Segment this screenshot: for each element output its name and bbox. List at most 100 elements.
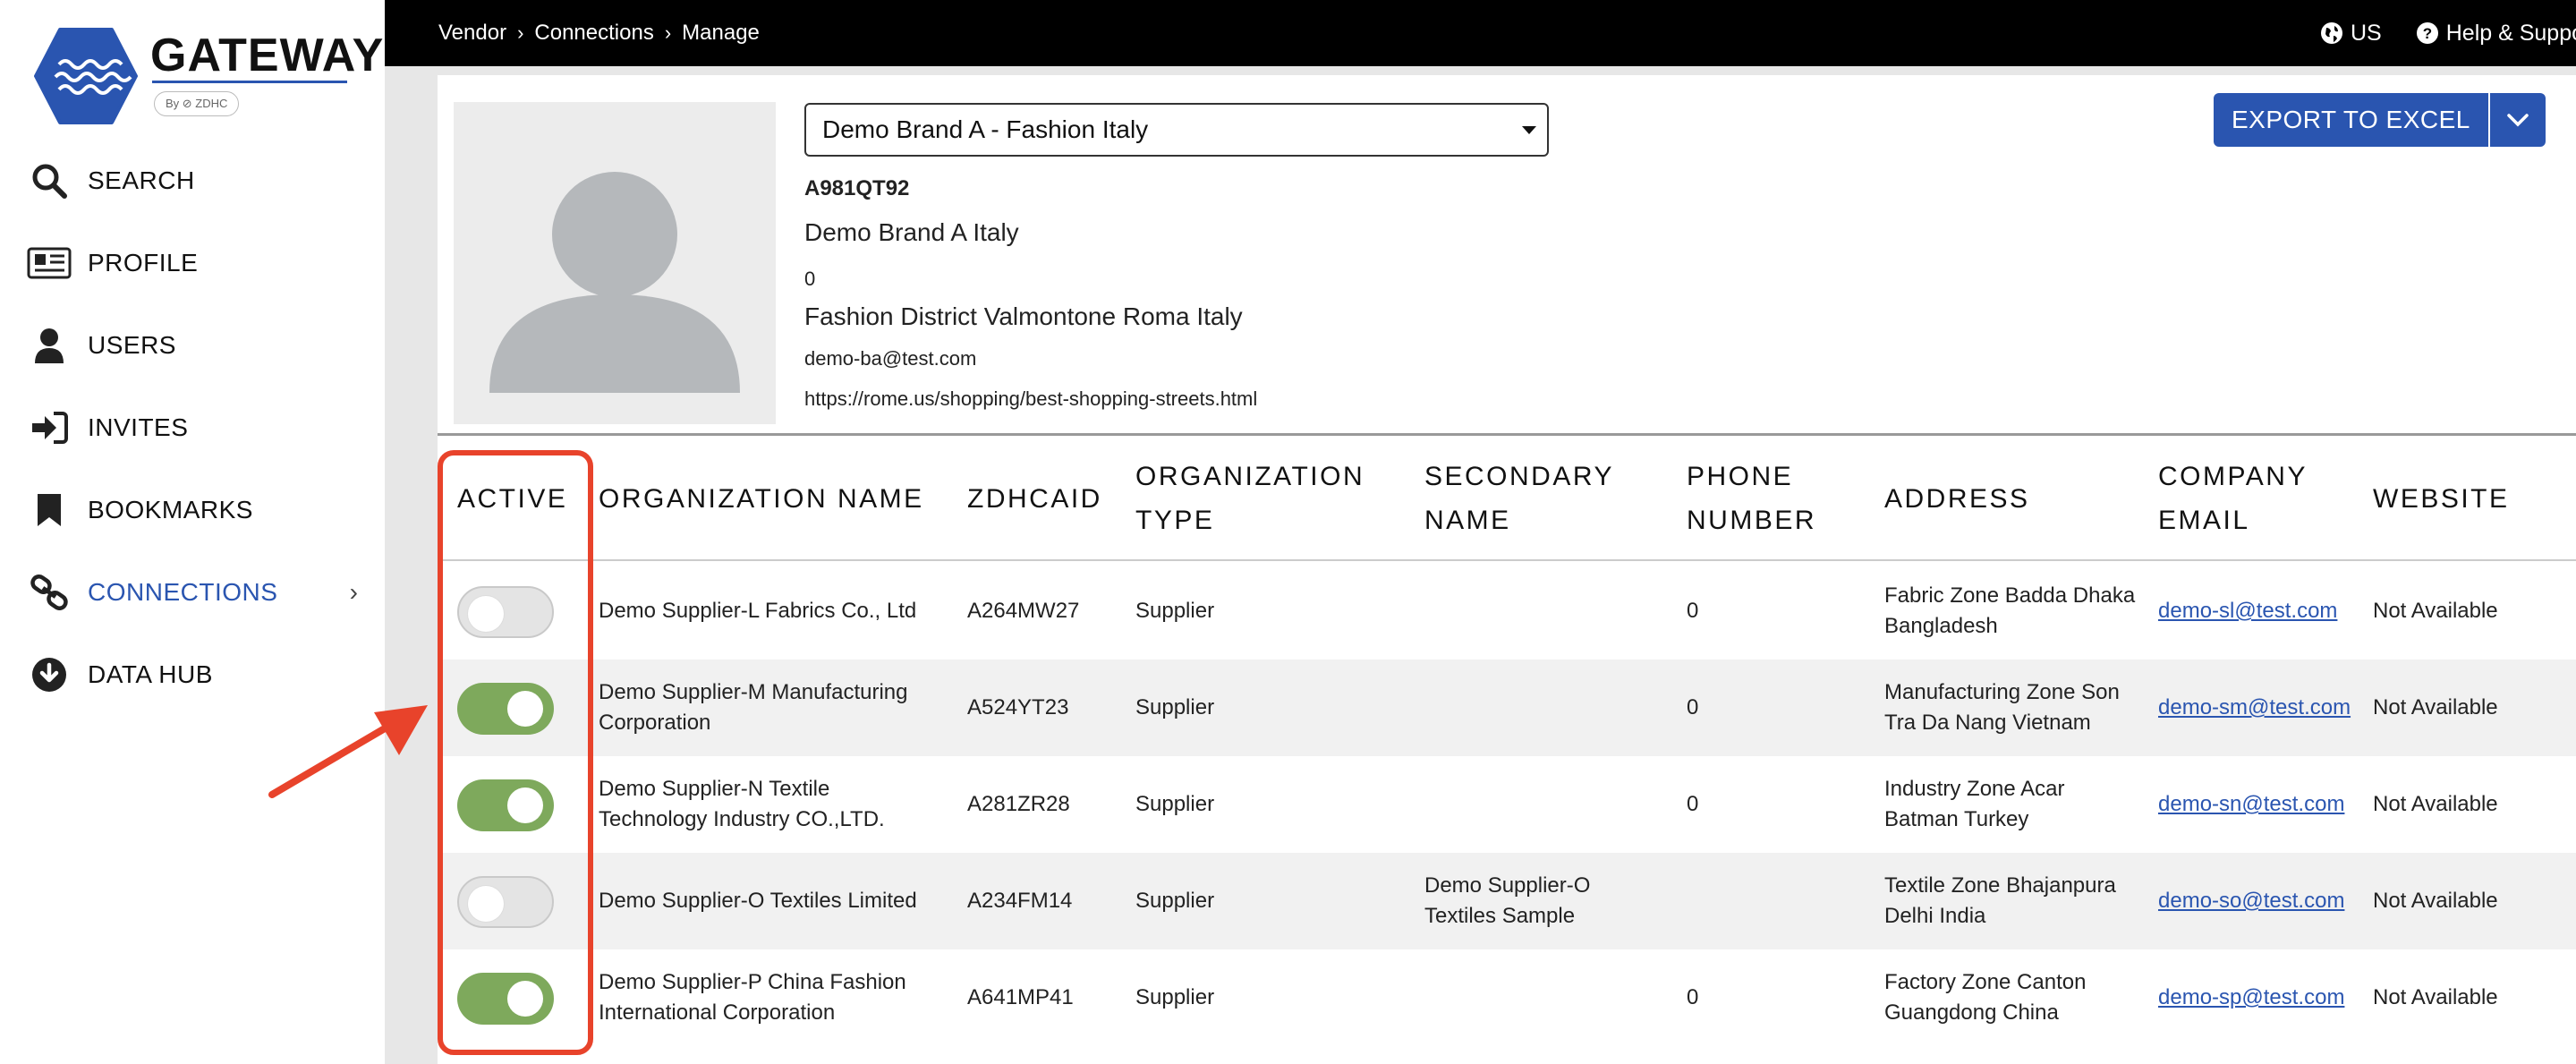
cell-type: Supplier — [1135, 756, 1404, 853]
cell-text: Not Available — [2373, 792, 2498, 816]
brand-email: demo-ba@test.com — [804, 347, 977, 370]
sidebar-item-profile[interactable]: PROFILE — [0, 222, 385, 304]
company-email-link[interactable]: demo-sl@test.com — [2158, 596, 2337, 626]
cell-name: Demo Supplier-P China Fashion Internatio… — [599, 949, 939, 1046]
breadcrumb: Vendor › Connections › Manage — [438, 0, 760, 66]
cell-text: Demo Supplier-N Textile Technology Indus… — [599, 777, 885, 831]
cell-text: Demo Supplier-M Manufacturing Corporatio… — [599, 680, 908, 735]
column-header-address[interactable]: ADDRESS — [1884, 436, 2030, 561]
cell-type: Supplier — [1135, 660, 1404, 756]
help-support-link[interactable]: ? Help & Support — [2416, 21, 2576, 47]
cell-email: demo-so@test.com — [2158, 853, 2355, 949]
column-header-phone-number[interactable]: PHONE NUMBER — [1687, 436, 1816, 561]
breadcrumb-separator-icon: › — [664, 21, 672, 44]
company-email-link[interactable]: demo-sn@test.com — [2158, 789, 2344, 820]
cell-email: demo-sn@test.com — [2158, 756, 2355, 853]
table-row: Demo Supplier-N Textile Technology Indus… — [438, 756, 2576, 853]
company-email-link[interactable]: demo-sp@test.com — [2158, 983, 2344, 1013]
sidebar-item-users[interactable]: USERS — [0, 304, 385, 387]
sidebar-nav: SEARCH PROFILE USERS INVITES BOOKMARKS C… — [0, 140, 385, 716]
user-icon — [27, 323, 72, 368]
cell-type: Supplier — [1135, 853, 1404, 949]
help-label: Help & Support — [2445, 20, 2576, 46]
sidebar-item-connections[interactable]: CONNECTIONS › — [0, 551, 385, 634]
sidebar-item-search[interactable]: SEARCH — [0, 140, 385, 222]
cell-address: Factory Zone Canton Guangdong China — [1884, 949, 2144, 1046]
link-icon — [27, 570, 72, 615]
cell-text: Not Available — [2373, 889, 2498, 913]
cell-text: Manufacturing Zone Son Tra Da Nang Vietn… — [1884, 680, 2120, 735]
cell-secondary — [1424, 563, 1666, 660]
cell-text: A264MW27 — [967, 599, 1080, 623]
cell-text: Not Available — [2373, 985, 2498, 1009]
cell-text: Demo Supplier-P China Fashion Internatio… — [599, 970, 906, 1025]
sidebar-item-bookmarks[interactable]: BOOKMARKS — [0, 469, 385, 551]
cell-address: Manufacturing Zone Son Tra Da Nang Vietn… — [1884, 660, 2144, 756]
column-header-organization-type[interactable]: ORGANIZATION TYPE — [1135, 436, 1365, 561]
company-email-link[interactable]: demo-sm@test.com — [2158, 693, 2351, 723]
cell-zdhcaid: A281ZR28 — [967, 756, 1119, 853]
cell-secondary — [1424, 756, 1666, 853]
brand-name: Demo Brand A Italy — [804, 218, 1019, 246]
cell-address: Fabric Zone Badda Dhaka Bangladesh — [1884, 563, 2144, 660]
cell-zdhcaid: A264MW27 — [967, 563, 1119, 660]
connections-table: ACTIVE ORGANIZATION NAME ZDHCAID ORGANIZ… — [438, 433, 2576, 1064]
sidebar-item-label: PROFILE — [88, 249, 199, 277]
cell-text: Factory Zone Canton Guangdong China — [1884, 970, 2087, 1025]
cell-website: Not Available — [2373, 756, 2561, 853]
brand-website: https://rome.us/shopping/best-shopping-s… — [804, 387, 1258, 410]
export-to-excel-button[interactable]: EXPORT TO EXCEL — [2214, 93, 2546, 147]
sidebar-item-label: CONNECTIONS — [88, 578, 278, 606]
column-header-zdhcaid[interactable]: ZDHCAID — [967, 436, 1102, 561]
cell-text: Demo Supplier-O Textiles Sample — [1424, 873, 1591, 928]
cell-secondary — [1424, 660, 1666, 756]
cell-text: Supplier — [1135, 889, 1215, 913]
gateway-logo[interactable]: GATEWAY By ⊘ ZDHC — [34, 27, 383, 125]
breadcrumb-vendor[interactable]: Vendor — [438, 21, 506, 46]
cell-name: Demo Supplier-M Manufacturing Corporatio… — [599, 660, 939, 756]
cell-text: A281ZR28 — [967, 792, 1070, 816]
cell-address: Textile Zone Bhajanpura Delhi India — [1884, 853, 2144, 949]
column-header-website[interactable]: WEBSITE — [2373, 436, 2510, 561]
column-header-company-email[interactable]: COMPANY EMAIL — [2158, 436, 2308, 561]
help-circle-icon: ? — [2416, 22, 2438, 44]
cell-text: Textile Zone Bhajanpura Delhi India — [1884, 873, 2116, 928]
main-area: Demo Brand A - Fashion Italy A981QT92 De… — [385, 66, 2576, 1064]
cell-text: Industry Zone Acar Batman Turkey — [1884, 777, 2065, 831]
export-button-label[interactable]: EXPORT TO EXCEL — [2214, 93, 2490, 147]
company-email-link[interactable]: demo-so@test.com — [2158, 886, 2344, 916]
logo-underline — [152, 81, 347, 83]
cell-text: Demo Supplier-L Fabrics Co., Ltd — [599, 599, 917, 623]
column-header-secondary-name[interactable]: SECONDARY NAME — [1424, 436, 1614, 561]
brand-phone: 0 — [804, 268, 816, 290]
sidebar-item-invites[interactable]: INVITES — [0, 387, 385, 469]
brand-select[interactable]: Demo Brand A - Fashion Italy — [804, 103, 1549, 157]
globe-icon — [2321, 22, 2342, 44]
cell-text: Supplier — [1135, 599, 1215, 623]
profile-card-icon — [27, 241, 72, 285]
search-icon — [27, 158, 72, 203]
download-circle-icon — [27, 652, 72, 697]
breadcrumb-manage: Manage — [682, 21, 760, 45]
sign-in-icon — [27, 405, 72, 450]
sidebar-item-label: USERS — [88, 331, 176, 359]
cell-zdhcaid: A234FM14 — [967, 853, 1119, 949]
column-header-organization-name[interactable]: ORGANIZATION NAME — [599, 436, 924, 561]
cell-type: Supplier — [1135, 563, 1404, 660]
cell-text: Not Available — [2373, 695, 2498, 719]
chevron-down-icon — [2507, 114, 2529, 127]
brand-id: A981QT92 — [804, 176, 910, 200]
logo-wordmark: GATEWAY — [150, 30, 385, 81]
export-dropdown-toggle[interactable] — [2490, 93, 2546, 147]
sidebar-item-label: INVITES — [88, 413, 189, 441]
brand-select-value: Demo Brand A - Fashion Italy — [822, 115, 1149, 143]
region-selector[interactable]: US — [2320, 21, 2382, 47]
cell-type: Supplier — [1135, 949, 1404, 1046]
breadcrumb-connections[interactable]: Connections — [534, 21, 653, 46]
chevron-right-icon: › — [349, 578, 358, 606]
table-row: Demo Supplier-O Textiles Limited A234FM14… — [438, 853, 2576, 949]
cell-text: A234FM14 — [967, 889, 1073, 913]
avatar — [454, 102, 776, 424]
cell-text: 0 — [1687, 792, 1699, 816]
region-label: US — [2351, 20, 2382, 46]
